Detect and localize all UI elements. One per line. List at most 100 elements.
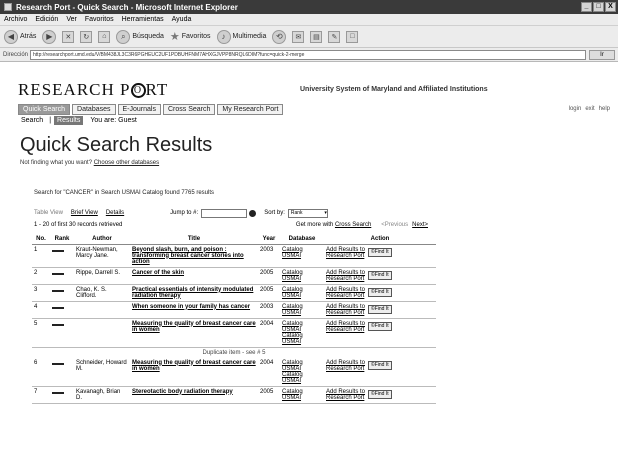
database-link[interactable]: USMAI	[282, 378, 322, 384]
record-title-link[interactable]: Measuring the quality of breast cancer c…	[132, 360, 256, 372]
table-row: 2 Rippe, Darrell S. Cancer of the skin 2005…	[32, 267, 436, 285]
find-it-button[interactable]: ©Find It	[368, 390, 392, 399]
add-to-research-port-link[interactable]: Add Results to Research Port	[326, 304, 365, 316]
login-link[interactable]: login	[569, 106, 582, 112]
history-icon[interactable]: ⟲	[272, 29, 287, 44]
window-controls: _ □ X	[581, 2, 616, 12]
add-results-line2: Research Port	[326, 252, 365, 259]
brief-view-link[interactable]: Brief View	[71, 210, 98, 216]
stop-icon[interactable]: ✕	[62, 30, 75, 43]
record-number[interactable]: 2	[32, 267, 50, 285]
add-to-research-port-link[interactable]: Add Results to Research Port	[326, 270, 365, 282]
database-cell: Catalog USMAI Catalog USMAI	[280, 357, 324, 387]
jump-input[interactable]	[201, 208, 248, 218]
find-it-button[interactable]: ©Find It	[368, 322, 392, 331]
tab-cross-search[interactable]: Cross Search	[162, 104, 216, 115]
rank-bar	[52, 391, 64, 394]
multimedia-button[interactable]: ♪ Multimedia	[216, 29, 266, 44]
record-title-link[interactable]: Measuring the quality of breast cancer c…	[132, 321, 256, 333]
database-link[interactable]: USMAI	[282, 339, 322, 345]
previous-link: <Previous	[381, 222, 409, 228]
details-link[interactable]: Details	[106, 210, 124, 216]
database-link[interactable]: USMAI	[282, 293, 322, 299]
cross-search-link[interactable]: Cross Search	[335, 222, 371, 228]
add-to-research-port-link[interactable]: Add Results to Research Port	[326, 247, 365, 259]
exit-link[interactable]: exit	[585, 106, 594, 112]
mail-icon[interactable]: ✉	[292, 30, 305, 43]
table-row: 5 Measuring the quality of breast cancer …	[32, 318, 436, 348]
go-button[interactable]: Ir	[589, 49, 615, 60]
next-link[interactable]: Next>	[412, 222, 428, 228]
record-title-link[interactable]: Stereotactic body radiation therapy	[132, 389, 233, 395]
edit-icon[interactable]: ✎	[328, 30, 341, 43]
subtab-results[interactable]: Results	[54, 116, 84, 125]
record-number[interactable]: 4	[32, 301, 50, 319]
add-to-research-port-link[interactable]: Add Results to Research Port	[326, 287, 365, 299]
choose-databases-link[interactable]: Choose other databases	[94, 160, 159, 166]
favorites-label: Favoritos	[181, 33, 211, 40]
menu-view[interactable]: Ver	[66, 16, 77, 23]
add-to-research-port-link[interactable]: Add Results to Research Port	[326, 360, 365, 372]
menu-help[interactable]: Ayuda	[172, 16, 192, 23]
refresh-icon[interactable]: ↻	[80, 30, 93, 43]
menu-file[interactable]: Archivo	[4, 16, 27, 23]
title-cell: When someone in your family has cancer	[130, 301, 258, 319]
find-it-button[interactable]: ©Find It	[368, 361, 392, 370]
find-it-button[interactable]: ©Find It	[368, 288, 392, 297]
print-icon[interactable]: ▤	[310, 30, 323, 43]
add-to-research-port-link[interactable]: Add Results to Research Port	[326, 321, 365, 333]
database-link[interactable]: USMAI	[282, 310, 322, 316]
help-link[interactable]: help	[599, 106, 610, 112]
record-number[interactable]: 1	[32, 244, 50, 268]
record-number[interactable]: 7	[32, 386, 50, 404]
record-number[interactable]: 5	[32, 318, 50, 348]
title-cell: Measuring the quality of breast cancer c…	[130, 357, 258, 387]
action-group: Add Results to Research Port ©Find It	[326, 321, 434, 333]
header-rank: Rank	[50, 234, 74, 245]
subtab-search[interactable]: Search	[18, 116, 46, 125]
media-icon: ♪	[216, 29, 231, 44]
database-cell: Catalog USMAI Catalog USMAI	[280, 318, 324, 348]
address-label: Dirección	[3, 51, 29, 58]
header-action: Action	[324, 234, 436, 245]
research-port-logo[interactable]: RESEARCH P O RT	[18, 80, 168, 100]
database-link[interactable]: USMAI	[282, 395, 322, 401]
maximize-button[interactable]: □	[593, 2, 604, 12]
find-it-button[interactable]: ©Find It	[368, 248, 392, 257]
window-titlebar: Research Port - Quick Search - Microsoft…	[0, 0, 618, 14]
record-title-link[interactable]: When someone in your family has cancer	[132, 304, 250, 310]
menu-favorites[interactable]: Favoritos	[85, 16, 114, 23]
menu-edit[interactable]: Edición	[35, 16, 58, 23]
back-button[interactable]: ◀ Atrás	[4, 29, 36, 44]
table-row: 7 Kavanagh, Brian D. Stereotactic body rad…	[32, 386, 436, 404]
record-number[interactable]: 6	[32, 357, 50, 387]
record-number[interactable]: 3	[32, 284, 50, 302]
home-icon[interactable]: ⌂	[98, 30, 111, 43]
menu-tools[interactable]: Herramientas	[122, 16, 164, 23]
database-link[interactable]: USMAI	[282, 253, 322, 259]
tab-quick-search[interactable]: Quick Search	[18, 104, 71, 115]
jump-go-icon[interactable]	[249, 209, 257, 217]
record-title-link[interactable]: Beyond slash, burn, and poison : transfo…	[132, 247, 244, 265]
page-content: RESEARCH P O RT University System of Maryl…	[0, 62, 618, 452]
add-to-research-port-link[interactable]: Add Results to Research Port	[326, 389, 365, 401]
tab-databases[interactable]: Databases	[72, 104, 116, 115]
database-link[interactable]: USMAI	[282, 276, 322, 282]
address-field[interactable]: http://researchport.umd.edu/V/BM438JL3C3…	[30, 49, 586, 60]
record-title-link[interactable]: Practical essentials of intensity modula…	[132, 287, 253, 299]
tab-ejournals[interactable]: E-Journals	[117, 104, 161, 115]
header-author: Author	[74, 234, 130, 245]
record-title-link[interactable]: Cancer of the skin	[132, 270, 184, 276]
close-button[interactable]: X	[605, 2, 616, 12]
find-it-button[interactable]: ©Find It	[368, 305, 392, 314]
add-results-line2: Research Port	[326, 326, 365, 333]
sort-select[interactable]: Rank ▾	[287, 208, 328, 218]
forward-arrow-icon[interactable]: ▶	[42, 29, 57, 44]
rank-bar	[52, 323, 64, 326]
minimize-button[interactable]: _	[581, 2, 592, 12]
find-it-button[interactable]: ©Find It	[368, 271, 392, 280]
tab-my-research-port[interactable]: My Research Port	[217, 104, 284, 115]
search-button[interactable]: ⌕ Búsqueda	[116, 29, 164, 44]
favorites-button[interactable]: ★ Favoritos	[170, 30, 211, 43]
discuss-icon[interactable]: □	[346, 30, 359, 43]
